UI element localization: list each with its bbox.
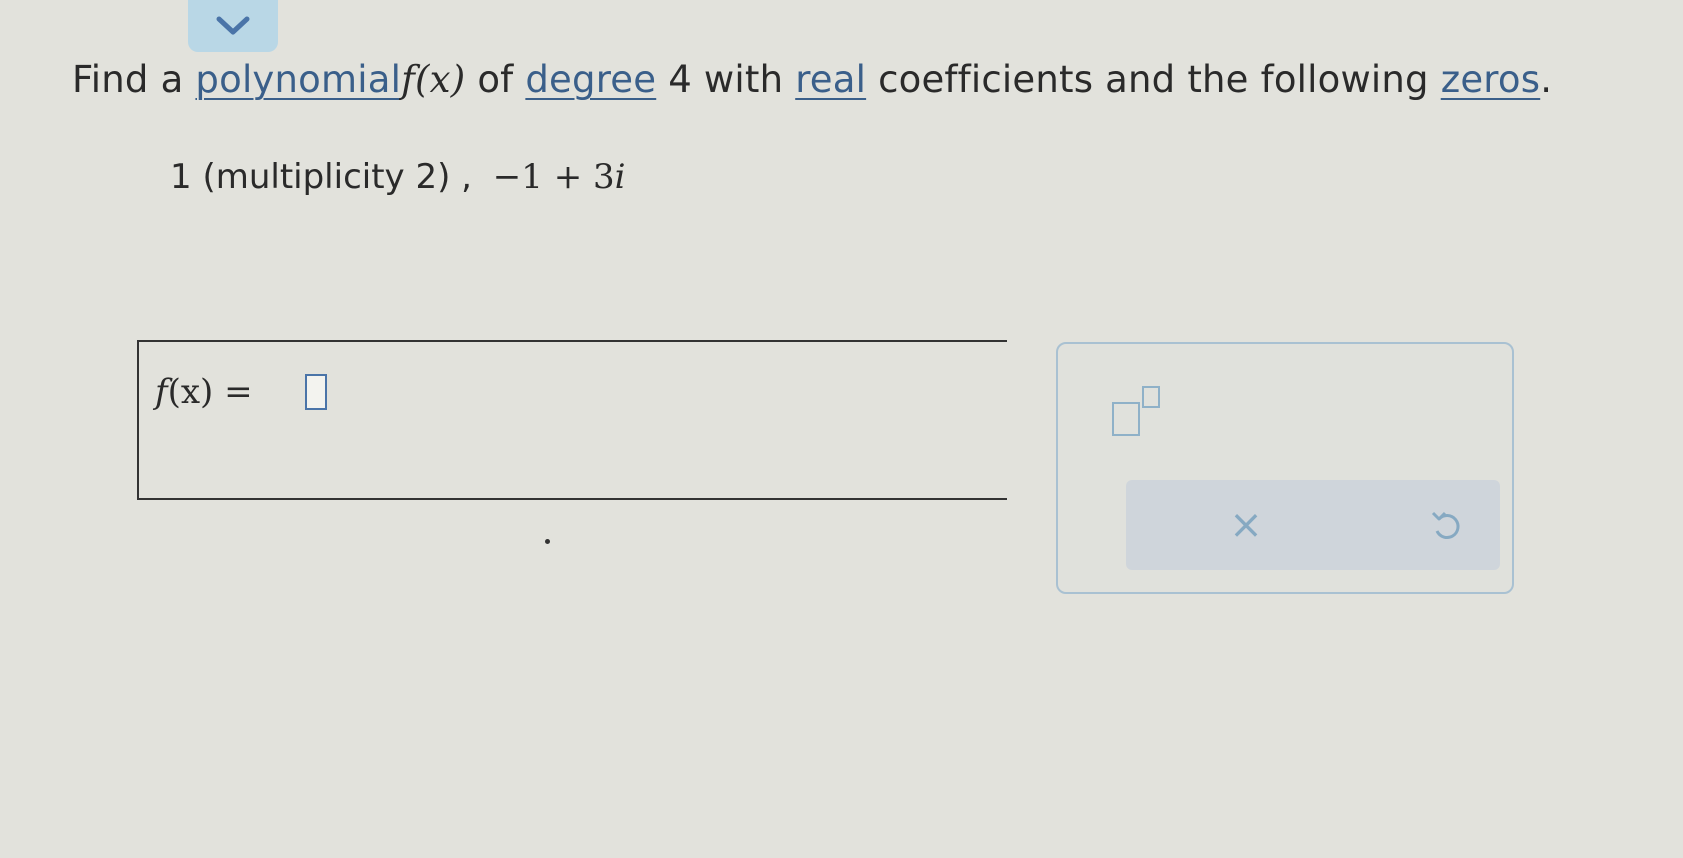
answer-input[interactable] [305,374,327,410]
answer-label-rest: (x) = [167,372,253,412]
collapse-tab[interactable] [188,0,278,52]
toolbox-action-bar: × [1126,480,1500,570]
answer-label: f(x) = [155,372,253,412]
glossary-link-polynomial[interactable]: polynomial [195,58,401,101]
zero-second: −1 + 3i [493,157,626,197]
glossary-link-degree[interactable]: degree [525,58,656,101]
function-args: (x) [415,58,466,101]
exponent-base-box [1112,402,1140,436]
undo-button[interactable] [1416,498,1476,552]
answer-label-f: f [155,372,168,412]
zeros-list: 1 (multiplicity 2) , −1 + 3i [170,157,626,197]
exponent-template-button[interactable] [1112,386,1168,438]
question-word-coefficients: coefficients and the following [878,58,1429,101]
zero-second-imag-unit: i [614,157,626,197]
answer-box: f(x) = [137,340,1007,500]
math-toolbox: × [1056,342,1514,594]
degree-value: 4 [668,58,692,101]
question-text: Find a polynomialf(x) of degree 4 with r… [72,58,1552,101]
chevron-down-icon [216,16,250,35]
function-name: f [401,58,415,101]
zero-first: 1 (multiplicity 2) , [170,157,472,197]
stray-dot [545,539,550,544]
clear-icon: × [1229,502,1263,548]
glossary-link-real[interactable]: real [795,58,866,101]
question-word-find: Find a [72,58,184,101]
question-period: . [1540,58,1553,101]
glossary-link-zeros[interactable]: zeros [1441,58,1541,101]
question-word-of: of [477,58,514,101]
clear-button[interactable]: × [1216,498,1276,552]
undo-icon [1431,511,1460,539]
exponent-power-box [1142,386,1160,408]
zero-second-real: −1 + 3 [492,157,615,197]
question-word-with: with [703,58,784,101]
